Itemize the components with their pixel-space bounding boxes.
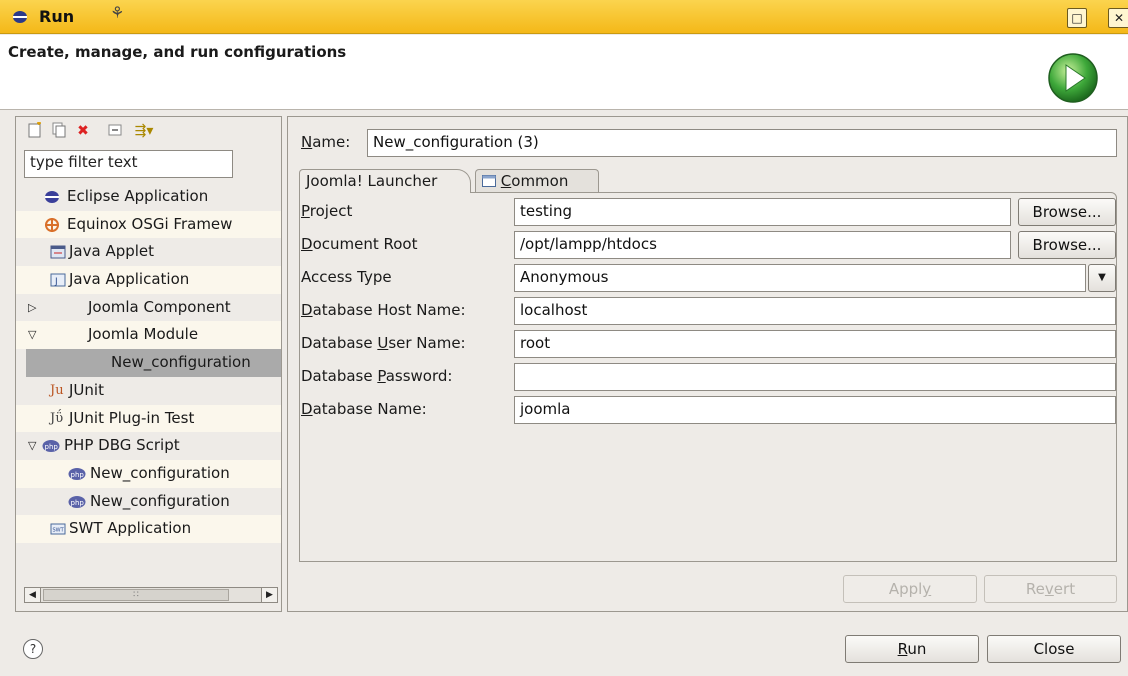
new-configuration-icon[interactable] <box>26 121 44 140</box>
tree-item-label: Eclipse Application <box>67 187 209 205</box>
document-root-label: Document Root <box>301 235 418 253</box>
php-icon: php <box>68 495 86 508</box>
delete-icon[interactable]: ✖ <box>74 122 92 140</box>
tree-item-label: PHP DBG Script <box>64 436 180 455</box>
run-button[interactable]: Run <box>845 635 979 663</box>
tree-item-java-application[interactable]: J Java Application <box>16 266 281 294</box>
database-user-label: Database User Name: <box>301 334 466 352</box>
scroll-left-icon[interactable]: ◀ <box>25 588 41 602</box>
tree-item-label: JUnit Plug-in Test <box>69 408 195 427</box>
tree-item-junit-plugin-test[interactable]: Jΰ JUnit Plug-in Test <box>16 404 281 433</box>
database-host-label: Database Host Name: <box>301 301 466 319</box>
dialog-header: Create, manage, and run configurations <box>0 35 1128 110</box>
tab-common[interactable]: Common <box>475 169 599 193</box>
tree-item-label: JUnit <box>69 380 104 399</box>
database-name-label: Database Name: <box>301 400 427 418</box>
tree-item-joomla-new-configuration[interactable]: New_configuration <box>26 349 281 377</box>
configuration-list-panel: ✖ ⇶▾ type filter text Eclipse Applicatio… <box>15 116 282 612</box>
tree-item-equinox-osgi[interactable]: Equinox OSGi Framew <box>16 210 281 239</box>
maximize-button[interactable]: □ <box>1067 8 1087 28</box>
help-icon[interactable]: ? <box>23 639 43 659</box>
tree-item-label: SWT Application <box>69 519 192 538</box>
tree-item-php-new-configuration-2[interactable]: php New_configuration <box>16 488 281 516</box>
dialog-title: Create, manage, and run configurations <box>8 43 347 61</box>
tree-item-java-applet[interactable]: Java Applet <box>16 238 281 266</box>
duplicate-icon[interactable] <box>50 122 68 140</box>
tree-item-php-dbg-script[interactable]: ▽ php PHP DBG Script <box>16 432 281 460</box>
window-title: Run <box>39 7 75 26</box>
config-toolbar: ✖ ⇶▾ <box>16 117 281 145</box>
database-user-input[interactable]: root <box>514 330 1116 358</box>
tree-item-label: Java Applet <box>69 242 155 261</box>
project-label: Project <box>301 202 353 220</box>
tree-item-swt-application[interactable]: SWT SWT Application <box>16 515 281 543</box>
scroll-right-icon[interactable]: ▶ <box>261 588 277 602</box>
tree-item-php-new-configuration-1[interactable]: php New_configuration <box>16 459 281 488</box>
access-type-label: Access Type <box>301 268 392 286</box>
filter-input[interactable]: type filter text <box>24 150 233 178</box>
java-applet-icon <box>50 245 66 259</box>
pin-icon[interactable]: ⚘ <box>110 3 124 22</box>
filter-menu-icon[interactable]: ⇶▾ <box>130 122 158 140</box>
project-input[interactable]: testing <box>514 198 1011 226</box>
run-banner-icon <box>1048 53 1098 103</box>
database-host-input[interactable]: localhost <box>514 297 1116 325</box>
configuration-tree: Eclipse Application Equinox OSGi Framew … <box>16 183 281 543</box>
tree-item-joomla-component[interactable]: ▷ Joomla Component <box>16 294 281 322</box>
tree-item-junit[interactable]: Ju JUnit <box>16 377 281 405</box>
project-browse-button[interactable]: Browse... <box>1018 198 1116 226</box>
database-name-input[interactable]: joomla <box>514 396 1116 424</box>
title-bar: Run ⚘ □ ✕ <box>0 0 1128 34</box>
scrollbar-thumb[interactable]: ∷ <box>43 589 229 601</box>
swt-icon: SWT <box>50 523 66 535</box>
horizontal-scrollbar[interactable]: ◀ ∷ ▶ <box>24 587 278 603</box>
database-password-label: Database Password: <box>301 367 453 385</box>
close-button[interactable]: Close <box>987 635 1121 663</box>
expand-arrow-icon[interactable]: ▷ <box>28 294 36 321</box>
tree-item-label: New_configuration <box>111 353 251 372</box>
svg-text:php: php <box>71 499 85 507</box>
junit-plugin-icon: Jΰ <box>50 410 64 426</box>
svg-text:SWT: SWT <box>53 528 65 534</box>
document-root-browse-button[interactable]: Browse... <box>1018 231 1116 259</box>
revert-button[interactable]: Revert <box>984 575 1117 603</box>
junit-icon: Ju <box>50 382 64 398</box>
tree-item-label: Joomla Module <box>88 325 199 344</box>
joomla-launcher-tab-body: Project testing Browse... Document Root … <box>299 192 1117 562</box>
collapse-arrow-icon[interactable]: ▽ <box>28 321 36 348</box>
tree-item-label: Equinox OSGi Framew <box>67 214 233 233</box>
common-tab-icon <box>482 175 496 187</box>
php-icon: php <box>68 467 86 480</box>
apply-button[interactable]: Apply <box>843 575 977 603</box>
collapse-arrow-icon[interactable]: ▽ <box>28 432 36 459</box>
document-root-input[interactable]: /opt/lampp/htdocs <box>514 231 1011 259</box>
database-password-input[interactable] <box>514 363 1116 391</box>
svg-text:php: php <box>71 471 85 479</box>
configuration-editor-panel: Name: New_configuration (3) Joomla! Laun… <box>287 116 1128 612</box>
tab-joomla-launcher[interactable]: Joomla! Launcher <box>299 169 471 193</box>
java-application-icon: J <box>50 273 66 287</box>
run-window-icon <box>13 11 27 23</box>
eclipse-icon <box>45 191 59 203</box>
tree-item-eclipse-application[interactable]: Eclipse Application <box>16 183 281 211</box>
tree-item-label: New_configuration <box>90 491 230 510</box>
tree-item-joomla-module[interactable]: ▽ Joomla Module <box>16 321 281 350</box>
name-label: Name: <box>301 133 351 151</box>
close-window-button[interactable]: ✕ <box>1108 8 1128 28</box>
collapse-all-icon[interactable] <box>106 122 124 140</box>
tree-item-label: New_configuration <box>90 463 230 482</box>
php-icon: php <box>42 440 60 453</box>
chevron-down-icon[interactable]: ▼ <box>1088 264 1116 292</box>
osgi-icon <box>45 217 59 232</box>
tree-item-label: Java Application <box>69 270 190 289</box>
config-tabs: Joomla! Launcher Common <box>299 169 1117 193</box>
svg-text:php: php <box>45 443 59 451</box>
tree-item-label: Joomla Component <box>88 297 231 316</box>
svg-text:J: J <box>54 277 58 287</box>
access-type-select[interactable]: Anonymous <box>514 264 1086 292</box>
name-input[interactable]: New_configuration (3) <box>367 129 1117 157</box>
